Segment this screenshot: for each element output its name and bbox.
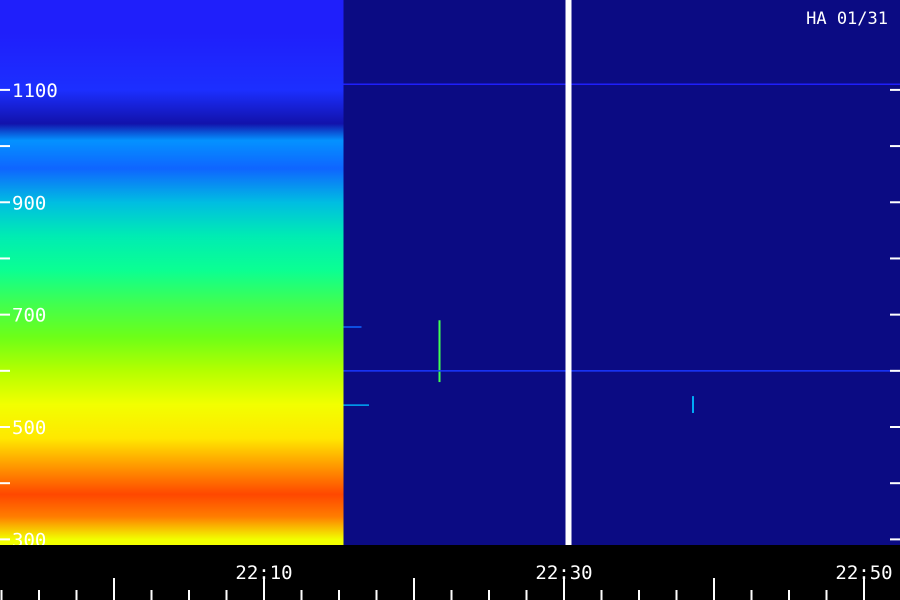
y-tick-label: 700 xyxy=(12,305,46,327)
spectrogram-segment-2 xyxy=(343,0,566,545)
time-axis-bar xyxy=(0,545,900,600)
y-tick-label: 1100 xyxy=(12,80,58,102)
gap-layer xyxy=(565,0,572,600)
x-axis: 22:10 22:30 22:50 xyxy=(0,545,900,600)
y-tick-label: 500 xyxy=(12,417,46,439)
x-tick-label: 22:50 xyxy=(835,562,892,584)
chart-title: HA 01/31 xyxy=(806,9,888,29)
plot-area xyxy=(0,0,900,545)
data-gap-separator xyxy=(565,0,572,600)
x-tick-label: 22:10 xyxy=(235,562,292,584)
radio-spectrogram: 1100 900 700 500 300 22:10 22:30 22:50 HA 01/3… xyxy=(0,0,900,600)
spectrogram-chart: 1100900700500300 22:10 22:30 22:50 HA 01/3… xyxy=(0,0,900,600)
y-tick-label: 900 xyxy=(12,192,46,214)
spectrogram-segment-3 xyxy=(571,0,900,545)
x-tick-label: 22:30 xyxy=(535,562,592,584)
